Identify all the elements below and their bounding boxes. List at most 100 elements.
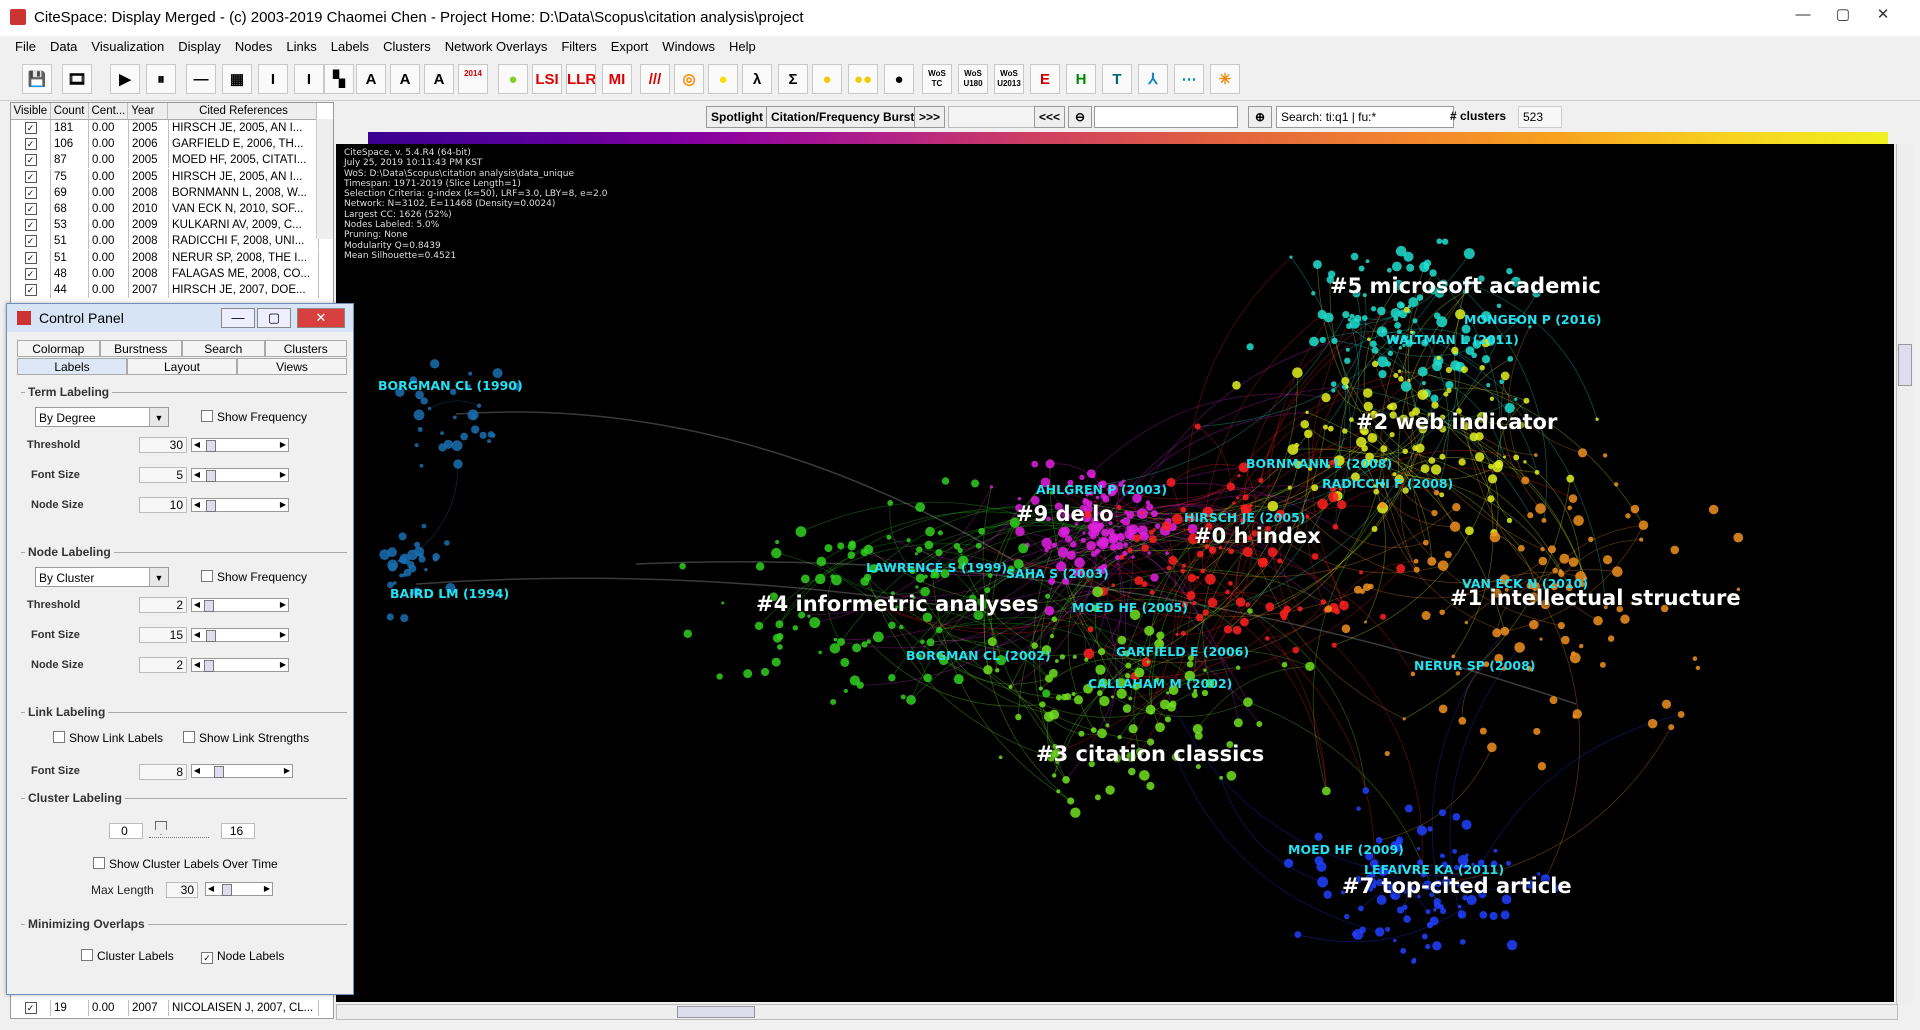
network-node[interactable] bbox=[1146, 781, 1155, 791]
menu-clusters[interactable]: Clusters bbox=[376, 36, 438, 57]
node-label[interactable]: NERUR SP (2008) bbox=[1414, 658, 1535, 673]
network-node[interactable] bbox=[1458, 716, 1467, 725]
triangle-c-icon[interactable]: A bbox=[424, 64, 454, 94]
network-node[interactable] bbox=[1233, 718, 1243, 728]
triangle-a-icon[interactable]: A bbox=[356, 64, 386, 94]
network-node[interactable] bbox=[1425, 909, 1431, 915]
network-node[interactable] bbox=[1090, 727, 1097, 734]
table-row[interactable]: ✓ 75 0.00 2005 HIRSCH JE, 2005, AN I... bbox=[11, 168, 319, 185]
network-node[interactable] bbox=[1127, 547, 1133, 553]
network-node[interactable] bbox=[833, 637, 838, 642]
network-node[interactable] bbox=[1045, 459, 1055, 469]
network-node[interactable] bbox=[971, 479, 980, 488]
network-node[interactable] bbox=[1425, 943, 1431, 950]
node-size-slider[interactable]: ◀ ▶ bbox=[191, 658, 289, 672]
network-node[interactable] bbox=[1186, 661, 1194, 668]
table-row[interactable]: ✓ 51 0.00 2008 RADICCHI F, 2008, UNI... bbox=[11, 233, 319, 250]
network-node[interactable] bbox=[1192, 601, 1197, 606]
node-size-value[interactable]: 10 bbox=[139, 497, 187, 513]
term-show-frequency-checkbox[interactable]: Show Frequency bbox=[201, 410, 307, 424]
network-node[interactable] bbox=[1226, 770, 1237, 781]
network-node[interactable] bbox=[1668, 724, 1675, 731]
show-link-strengths-checkbox[interactable]: Show Link Strengths bbox=[183, 731, 309, 745]
network-node[interactable] bbox=[1421, 381, 1426, 386]
network-node[interactable] bbox=[1423, 264, 1430, 270]
network-node[interactable] bbox=[1235, 496, 1240, 500]
network-node[interactable] bbox=[1341, 377, 1350, 386]
grid-icon[interactable]: ▦ bbox=[222, 64, 252, 94]
network-node[interactable] bbox=[1126, 510, 1135, 519]
network-node[interactable] bbox=[1265, 636, 1270, 641]
network-node[interactable] bbox=[1245, 602, 1251, 607]
network-node[interactable] bbox=[888, 621, 896, 629]
tab-search[interactable]: Search bbox=[182, 340, 265, 357]
lsi-button[interactable]: LSI bbox=[532, 64, 562, 94]
network-node[interactable] bbox=[1479, 910, 1488, 919]
network-node[interactable] bbox=[1344, 357, 1351, 364]
network-node[interactable] bbox=[1247, 608, 1253, 614]
network-node[interactable] bbox=[1534, 453, 1538, 457]
network-node[interactable] bbox=[1481, 355, 1491, 364]
checkbox[interactable]: ✓ bbox=[24, 1002, 37, 1014]
network-canvas[interactable]: CiteSpace, v. 5.4.R4 (64-bit) July 25, 2… bbox=[336, 144, 1894, 1002]
network-node[interactable] bbox=[1362, 583, 1371, 592]
network-node[interactable] bbox=[1566, 474, 1575, 483]
network-node[interactable] bbox=[679, 562, 686, 570]
network-node[interactable] bbox=[1051, 616, 1058, 623]
network-node[interactable] bbox=[1317, 498, 1329, 510]
network-node[interactable] bbox=[1572, 709, 1582, 719]
network-node[interactable] bbox=[1056, 789, 1061, 794]
tab-layout[interactable]: Layout bbox=[127, 358, 237, 375]
network-node[interactable] bbox=[1452, 503, 1461, 512]
network-node[interactable] bbox=[1330, 381, 1337, 387]
network-node[interactable] bbox=[1458, 458, 1466, 466]
network-node[interactable] bbox=[1367, 432, 1378, 443]
network-node[interactable] bbox=[1487, 474, 1498, 484]
mi-button[interactable]: MI bbox=[602, 64, 632, 94]
network-node[interactable] bbox=[1558, 569, 1563, 574]
show-cluster-labels-over-time-checkbox[interactable]: Show Cluster Labels Over Time bbox=[93, 857, 278, 871]
network-node[interactable] bbox=[1115, 542, 1124, 550]
header-count[interactable]: Count bbox=[51, 103, 89, 119]
network-node[interactable] bbox=[1385, 926, 1391, 932]
header-centrality[interactable]: Cent... bbox=[89, 103, 129, 119]
network-node[interactable] bbox=[809, 617, 821, 629]
network-node[interactable] bbox=[906, 538, 911, 543]
network-node[interactable] bbox=[815, 573, 826, 585]
network-node[interactable] bbox=[479, 431, 487, 439]
network-node[interactable] bbox=[1109, 543, 1117, 551]
node-label[interactable]: LEFAIVRE KA (2011) bbox=[1364, 862, 1504, 877]
network-node[interactable] bbox=[1347, 317, 1352, 322]
network-node[interactable] bbox=[1432, 941, 1442, 951]
network-node[interactable] bbox=[1099, 695, 1110, 707]
zoom-in-icon[interactable]: ⊕ bbox=[1248, 106, 1272, 128]
network-node[interactable] bbox=[1371, 360, 1379, 368]
scroll-thumb[interactable] bbox=[1898, 344, 1912, 386]
network-node[interactable] bbox=[776, 644, 783, 650]
network-node[interactable] bbox=[1327, 425, 1334, 432]
network-node[interactable] bbox=[1445, 380, 1454, 390]
network-node[interactable] bbox=[937, 530, 943, 536]
network-node[interactable] bbox=[1493, 848, 1498, 853]
network-node[interactable] bbox=[1122, 550, 1128, 556]
table-row[interactable]: ✓ 51 0.00 2008 NERUR SP, 2008, THE I... bbox=[11, 249, 319, 266]
network-node[interactable] bbox=[1384, 750, 1390, 757]
network-node[interactable] bbox=[1406, 263, 1415, 272]
network-node[interactable] bbox=[1328, 491, 1339, 503]
network-node[interactable] bbox=[1568, 494, 1578, 503]
network-node[interactable] bbox=[440, 431, 444, 436]
network-node[interactable] bbox=[1362, 388, 1373, 398]
network-node[interactable] bbox=[1413, 566, 1420, 573]
network-node[interactable] bbox=[743, 669, 753, 679]
network-node[interactable] bbox=[1507, 356, 1514, 362]
table-row[interactable]: ✓ 19 0.00 2007 NICOLAISEN J, 2007, CL... bbox=[11, 1000, 319, 1016]
triangle-b-icon[interactable]: A bbox=[390, 64, 420, 94]
network-node[interactable] bbox=[1595, 417, 1599, 421]
network-node[interactable] bbox=[1514, 642, 1525, 653]
network-node[interactable] bbox=[1015, 526, 1025, 537]
network-node[interactable] bbox=[1101, 528, 1110, 537]
network-node[interactable] bbox=[1396, 564, 1406, 574]
network-node[interactable] bbox=[926, 638, 935, 647]
visible-checkbox[interactable]: ✓ bbox=[11, 152, 51, 169]
network-node[interactable] bbox=[1394, 321, 1402, 329]
